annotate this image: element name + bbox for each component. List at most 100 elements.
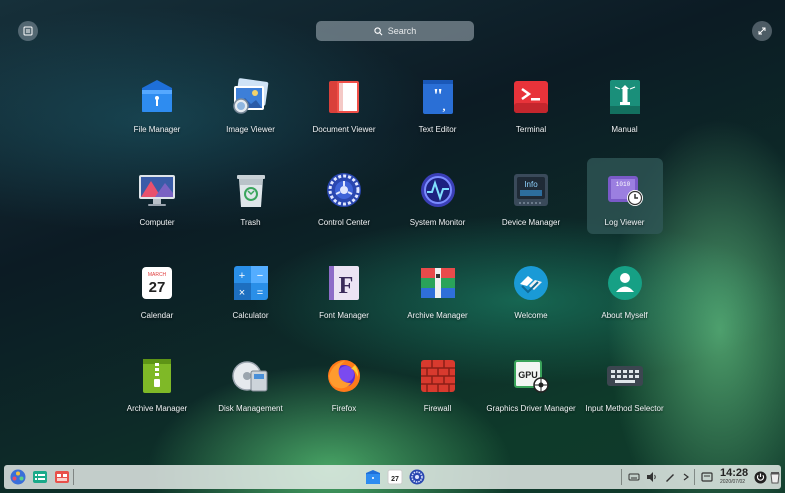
app-trash[interactable]: Trash: [213, 158, 289, 234]
launcher-button[interactable]: [9, 468, 27, 486]
app-label: Font Manager: [319, 311, 369, 320]
graphics-driver-icon: GPU: [511, 356, 551, 396]
app-file-manager[interactable]: File Manager: [119, 65, 195, 141]
app-label: Control Center: [317, 218, 371, 227]
trash-icon: [231, 170, 271, 210]
control-center-icon: [409, 469, 425, 485]
pen-icon: [666, 474, 674, 482]
dock-calendar-day: 27: [391, 476, 399, 483]
dock-app-calendar[interactable]: 27: [386, 468, 404, 486]
search-icon: [374, 26, 383, 35]
log-viewer-icon-text: 1010: [615, 181, 630, 188]
document-viewer-icon: [324, 77, 364, 117]
input-method-icon: [605, 356, 645, 396]
app-label: System Monitor: [409, 218, 466, 227]
dock-app-control-center[interactable]: [408, 468, 426, 486]
app-calculator[interactable]: + − × = Calculator: [213, 251, 289, 327]
firewall-icon: [418, 356, 458, 396]
image-viewer-icon: [231, 77, 271, 117]
app-label: Log Viewer: [604, 218, 645, 227]
keyboard-layout-button[interactable]: [625, 468, 643, 486]
app-firefox[interactable]: Firefox: [306, 344, 382, 420]
app-welcome[interactable]: Welcome: [493, 251, 569, 327]
app-archive-manager[interactable]: Archive Manager: [400, 251, 476, 327]
app-about-myself[interactable]: About Myself: [587, 251, 663, 327]
app-label: Computer: [139, 218, 175, 227]
notification-icon: [701, 472, 713, 482]
app-system-monitor[interactable]: System Monitor: [400, 158, 476, 234]
list-mode-icon: [23, 26, 33, 36]
volume-icon: [647, 472, 656, 482]
trash-icon: [770, 471, 780, 483]
clock-date: 2020/07/02: [720, 479, 746, 485]
app-image-viewer[interactable]: Image Viewer: [213, 65, 289, 141]
launcher-icon: [10, 469, 26, 485]
calendar-icon: MARCH 27: [137, 263, 177, 303]
app-disk-management[interactable]: Disk Management: [213, 344, 289, 420]
search-placeholder: Search: [387, 26, 417, 36]
app-label: Input Method Selector: [585, 404, 664, 413]
multitasking-button[interactable]: [31, 468, 49, 486]
app-text-editor[interactable]: ", Text Editor: [400, 65, 476, 141]
file-manager-icon: [137, 77, 177, 117]
app-archive-manager-zip[interactable]: Archive Manager: [119, 344, 195, 420]
app-log-viewer[interactable]: 1010 Log Viewer: [586, 158, 663, 234]
app-grid: File Manager Image Viewer Document Viewe…: [110, 64, 670, 436]
gpu-label: GPU: [518, 370, 538, 380]
app-terminal[interactable]: Terminal: [493, 65, 569, 141]
svg-text:,: ,: [442, 99, 445, 113]
text-editor-icon: ",: [418, 77, 458, 117]
log-viewer-icon: 1010: [605, 170, 645, 210]
dock-app-workspaces[interactable]: [53, 468, 71, 486]
app-document-viewer[interactable]: Document Viewer: [306, 65, 382, 141]
archive-manager-zip-icon: [137, 356, 177, 396]
svg-text:×: ×: [238, 287, 244, 299]
fullscreen-toggle-button[interactable]: [752, 21, 772, 41]
app-device-manager[interactable]: Info Device Manager: [493, 158, 569, 234]
app-label: Manual: [611, 125, 638, 134]
notification-button[interactable]: [698, 468, 716, 486]
font-manager-letter: F: [339, 273, 354, 299]
app-label: Archive Manager: [407, 311, 468, 320]
archive-manager-icon: [418, 263, 458, 303]
app-calendar[interactable]: MARCH 27 Calendar: [119, 251, 195, 327]
app-label: Firefox: [331, 404, 357, 413]
mode-toggle-button[interactable]: [18, 21, 38, 41]
app-label: Terminal: [515, 125, 547, 134]
tray-divider: [694, 469, 695, 485]
calendar-day: 27: [149, 279, 166, 296]
app-label: Calculator: [232, 311, 269, 320]
about-myself-icon: [605, 263, 645, 303]
app-label: Device Manager: [501, 218, 561, 227]
manual-icon: [605, 77, 645, 117]
app-label: Disk Management: [218, 404, 283, 413]
keyboard-icon: [628, 473, 640, 481]
search-input[interactable]: Search: [316, 21, 474, 41]
dock-trash-button[interactable]: [766, 468, 784, 486]
calculator-icon: + − × =: [231, 263, 271, 303]
app-computer[interactable]: Computer: [119, 158, 195, 234]
app-label: Firewall: [423, 404, 452, 413]
app-font-manager[interactable]: F Font Manager: [306, 251, 382, 327]
app-firewall[interactable]: Firewall: [400, 344, 476, 420]
calendar-month: MARCH: [148, 272, 167, 278]
multitask-view-icon: [33, 471, 47, 483]
app-label: Image Viewer: [226, 125, 275, 134]
firefox-icon: [324, 356, 364, 396]
calendar-icon: 27: [387, 469, 403, 485]
app-label: Archive Manager: [126, 404, 188, 413]
app-label: Trash: [240, 218, 261, 227]
app-input-method-selector[interactable]: Input Method Selector: [585, 344, 664, 420]
clock-time[interactable]: 14:28: [720, 467, 748, 479]
dock-app-file-manager[interactable]: [364, 468, 382, 486]
tray-expand-button[interactable]: [677, 468, 695, 486]
app-manual[interactable]: Manual: [587, 65, 663, 141]
svg-text:=: =: [256, 287, 262, 299]
device-manager-icon: Info: [511, 170, 551, 210]
disk-management-icon: [231, 356, 271, 396]
system-monitor-icon: [418, 170, 458, 210]
control-center-icon: [324, 170, 364, 210]
app-graphics-driver-manager[interactable]: GPU Graphics Driver Manager: [486, 344, 576, 420]
app-control-center[interactable]: Control Center: [306, 158, 382, 234]
volume-button[interactable]: [643, 468, 661, 486]
